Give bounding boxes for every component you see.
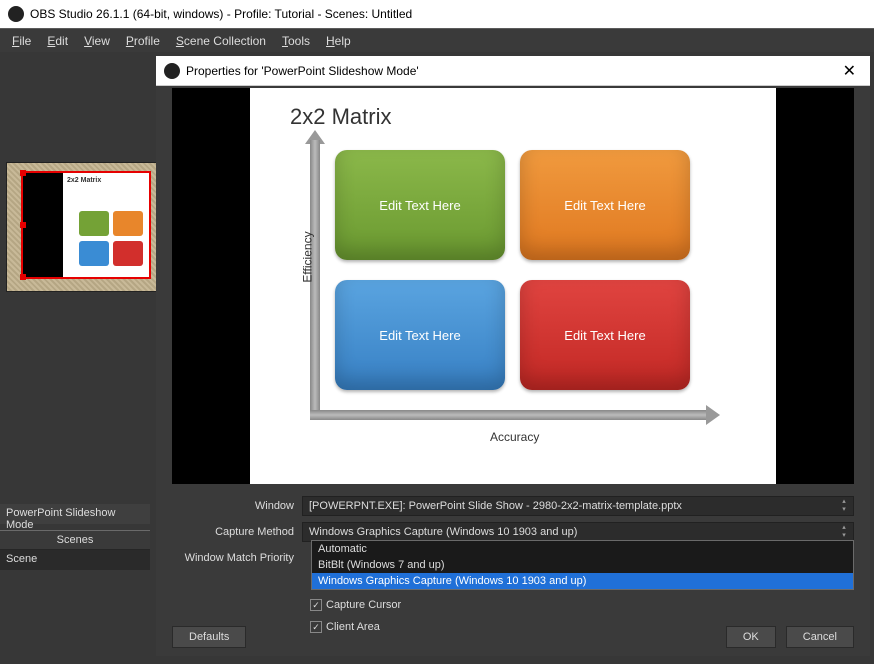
quadrant-top-left: Edit Text Here (335, 150, 505, 260)
source-preview: 2x2 Matrix Efficiency Accuracy Edit Text… (172, 88, 854, 484)
app-titlebar: OBS Studio 26.1.1 (64-bit, windows) - Pr… (0, 0, 874, 28)
quadrant-top-right: Edit Text Here (520, 150, 690, 260)
slide-content: 2x2 Matrix Efficiency Accuracy Edit Text… (250, 88, 776, 484)
dialog-titlebar[interactable]: Properties for 'PowerPoint Slideshow Mod… (156, 56, 870, 86)
close-icon[interactable]: ✕ (837, 61, 862, 81)
source-item[interactable]: PowerPoint Slideshow Mode (0, 504, 150, 524)
obs-logo-icon (8, 6, 24, 22)
capture-method-select[interactable]: Windows Graphics Capture (Windows 10 190… (302, 522, 854, 542)
scene-item[interactable]: Scene (0, 550, 150, 570)
menu-view[interactable]: View (76, 32, 118, 50)
preview-source-bounds[interactable]: 2x2 Matrix (21, 171, 151, 279)
menu-bar: File Edit View Profile Scene Collection … (0, 28, 874, 52)
dropdown-option-wgc[interactable]: Windows Graphics Capture (Windows 10 190… (312, 573, 853, 589)
main-area: 2x2 Matrix PowerPoint Slideshow Mode Sce… (0, 52, 874, 664)
x-axis (310, 410, 710, 420)
window-match-label: Window Match Priority (172, 552, 302, 564)
defaults-button[interactable]: Defaults (172, 626, 246, 648)
quadrant-bottom-left: Edit Text Here (335, 280, 505, 390)
spinner-icon[interactable]: ▴▾ (837, 524, 851, 540)
spinner-icon[interactable]: ▴▾ (837, 498, 851, 514)
capture-cursor-label: Capture Cursor (326, 599, 401, 611)
dropdown-option-bitblt[interactable]: BitBlt (Windows 7 and up) (312, 557, 853, 573)
menu-edit[interactable]: Edit (39, 32, 76, 50)
app-title: OBS Studio 26.1.1 (64-bit, windows) - Pr… (30, 7, 412, 21)
scenes-header: Scenes (0, 530, 150, 550)
capture-cursor-checkbox[interactable]: ✓ (310, 599, 322, 611)
matrix-chart: Efficiency Accuracy Edit Text Here Edit … (290, 140, 730, 450)
window-select[interactable]: [POWERPNT.EXE]: PowerPoint Slide Show - … (302, 496, 854, 516)
dialog-title: Properties for 'PowerPoint Slideshow Mod… (186, 64, 419, 78)
dialog-button-bar: Defaults OK Cancel (172, 626, 854, 648)
capture-method-dropdown[interactable]: Automatic BitBlt (Windows 7 and up) Wind… (311, 540, 854, 590)
cancel-button[interactable]: Cancel (786, 626, 854, 648)
menu-profile[interactable]: Profile (118, 32, 168, 50)
slide-title: 2x2 Matrix (290, 104, 756, 130)
x-axis-label: Accuracy (490, 430, 539, 444)
menu-file[interactable]: File (4, 32, 39, 50)
y-axis-label: Efficiency (301, 231, 315, 282)
ok-button[interactable]: OK (726, 626, 776, 648)
menu-help[interactable]: Help (318, 32, 359, 50)
properties-dialog: Properties for 'PowerPoint Slideshow Mod… (156, 56, 870, 656)
quadrant-bottom-right: Edit Text Here (520, 280, 690, 390)
window-field-label: Window (172, 500, 302, 512)
menu-scene-collection[interactable]: Scene Collection (168, 32, 274, 50)
x-axis-arrow-icon (706, 405, 720, 425)
menu-tools[interactable]: Tools (274, 32, 318, 50)
dropdown-option-automatic[interactable]: Automatic (312, 541, 853, 557)
mini-title: 2x2 Matrix (67, 177, 145, 184)
obs-logo-icon (164, 63, 180, 79)
capture-method-label: Capture Method (172, 526, 302, 538)
scene-preview[interactable]: 2x2 Matrix (6, 162, 168, 292)
